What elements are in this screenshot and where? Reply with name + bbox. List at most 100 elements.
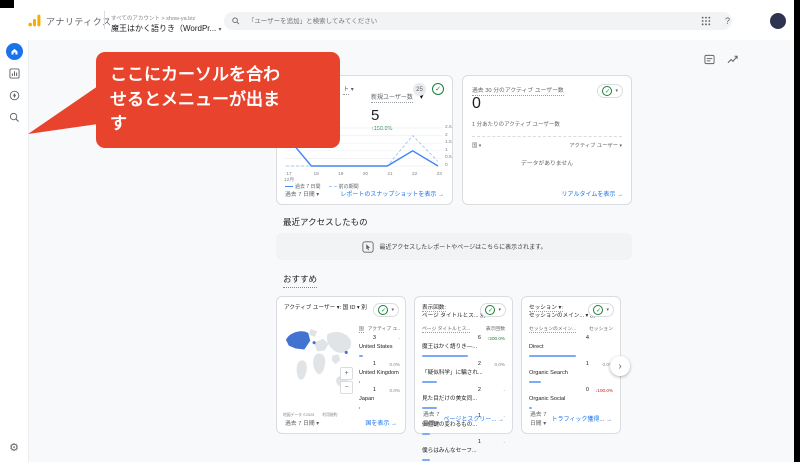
- sessions-by-channel-card: セッション ▾: セッションのメイン... ▾ 別 ✓ ▾ セッションのメイン..…: [521, 296, 621, 434]
- left-navigation: ⚙: [0, 40, 29, 462]
- date-range-dropdown[interactable]: 過去 7 日間 ▾: [530, 409, 551, 427]
- table-row: United Kingdom 1 0.0%: [359, 361, 400, 383]
- frame-right-edge: [794, 0, 800, 462]
- advertising-icon: [9, 112, 19, 122]
- map-region-uk: [312, 341, 316, 345]
- active-users-by-country-card: アクティブ ユーザー ▾: 国 ID ▾ 別 ✓ ▾ + − 地図データ ©20…: [276, 296, 406, 434]
- frame-notch: [0, 0, 14, 8]
- app-title: アナリティクス: [46, 17, 112, 27]
- table-row: 「疑似科学」に騙され... 2 0.0%: [422, 361, 505, 383]
- pages-screens-link[interactable]: ページとスクリー... →: [443, 414, 504, 423]
- table-row: 魔王はかく語りき—... 6 ↑200.0%: [422, 335, 505, 357]
- channel-column-header: セッションのメイン...: [529, 327, 577, 333]
- view-countries-link[interactable]: 国を表示 →: [365, 418, 397, 427]
- metric-column-header: アクティブ ユ..: [367, 327, 400, 332]
- date-range-dropdown[interactable]: 過去 7 日間 ▾: [285, 418, 319, 427]
- data-quality-check-icon[interactable]: ✓: [432, 83, 444, 95]
- account-switcher[interactable]: すべてのアカウント > show-ya.biz 魔王はかく語りき（WordPr.…: [111, 14, 221, 34]
- recent-section-title: 最近アクセスしたもの: [283, 217, 368, 227]
- views-by-page-title-card: 表示回数: ページ タイトルとス... 別 ✓ ▾ ページ タイトルとス... 表…: [414, 296, 513, 461]
- table-row: United States 3-: [359, 335, 400, 357]
- map-zoom-out-button[interactable]: −: [340, 381, 353, 394]
- sidebar-item-reports[interactable]: [0, 62, 28, 84]
- notes-icon[interactable]: [704, 54, 715, 65]
- card-title-line2: ページ タイトルとス... 別: [422, 313, 486, 320]
- data-quality-pill[interactable]: ✓ ▾: [480, 303, 506, 317]
- card-title-line1: セッション ▾:: [529, 305, 563, 312]
- recommended-section-title: おすすめ: [283, 273, 318, 288]
- chevron-down-icon: ▾: [316, 192, 320, 198]
- metric-selector-fragment[interactable]: ト ▾: [343, 84, 354, 95]
- card-title-line2: セッションのメイン... ▾ 別: [529, 313, 596, 320]
- explore-compass-icon: [9, 90, 19, 100]
- map-zoom-in-button[interactable]: +: [340, 367, 353, 380]
- users-overview-card: ト ▾ 新規ユーザー数 ▾ 5 ↑150.0% 25 ✓ 00.511.522.…: [276, 75, 453, 205]
- traffic-acquisition-link[interactable]: トラフィック獲得... →: [551, 414, 612, 423]
- google-analytics-logo-icon[interactable]: [28, 14, 41, 27]
- card-title: アクティブ ユーザー ▾: 国 ID ▾ 別: [284, 305, 367, 311]
- chevron-down-icon: ▾: [218, 27, 222, 33]
- new-users-value: 5: [371, 107, 380, 124]
- table-row: 見た目だけの美女同... 2-: [422, 387, 505, 409]
- table-row: 僕らはみんなセーフ... 1-: [422, 439, 505, 461]
- analytics-app-window: アナリティクス すべてのアカウント > show-ya.biz 魔王はかく語りき…: [0, 0, 794, 462]
- realtime-value: 0: [472, 95, 481, 112]
- realtime-subtitle: 1 分あたりのアクティブ ユーザー数: [472, 122, 560, 128]
- reports-icon: [8, 67, 20, 79]
- screenshot-frame: アナリティクス すべてのアカウント > show-ya.biz 魔王はかく語りき…: [0, 0, 800, 462]
- world-map: + −: [282, 323, 354, 411]
- realtime-metric-header[interactable]: アクティブ ユーザー ▾: [570, 141, 622, 149]
- card-title-line1: 表示回数:: [422, 305, 446, 312]
- sidebar-item-home[interactable]: [0, 40, 28, 62]
- recent-banner-text: 最近アクセスしたレポートやページはこちらに表示されます。: [379, 245, 547, 251]
- check-icon: ✓: [602, 86, 613, 96]
- table-row: Direct 4: [529, 335, 613, 357]
- date-range-dropdown[interactable]: 過去 7 日間 ▾: [423, 409, 443, 427]
- divider: [472, 136, 622, 137]
- data-quality-pill[interactable]: ✓ ▾: [597, 84, 623, 98]
- date-range-dropdown[interactable]: 過去 7 日間 ▾: [285, 189, 319, 198]
- search-bar[interactable]: [224, 12, 732, 30]
- previous-period-swatch: [328, 186, 337, 188]
- map-region-us: [285, 331, 311, 350]
- sidebar-item-explore[interactable]: [0, 84, 28, 106]
- realtime-dimension-header[interactable]: 国 ▾: [472, 141, 481, 149]
- table-row: Japan 1 0.0%: [359, 387, 400, 409]
- new-users-label[interactable]: 新規ユーザー数: [371, 92, 413, 103]
- data-quality-pill[interactable]: ✓ ▾: [588, 303, 614, 317]
- search-input[interactable]: [245, 16, 724, 26]
- home-icon: [5, 42, 23, 60]
- users-line-chart: [284, 127, 442, 167]
- main-content: ト ▾ 新規ユーザー数 ▾ 5 ↑150.0% 25 ✓ 00.511.522.…: [28, 40, 794, 462]
- report-snapshot-link[interactable]: レポートのスナップショットを表示 →: [340, 189, 444, 198]
- search-icon: [232, 17, 240, 25]
- top-header: アナリティクス すべてのアカウント > show-ya.biz 魔王はかく語りき…: [0, 0, 794, 40]
- recent-cursor-icon: [361, 240, 374, 253]
- admin-gear-icon[interactable]: ⚙: [0, 441, 28, 454]
- chart-y-axis: 0 0.5 1 1.5 2 2.5: [445, 125, 452, 168]
- insights-icon[interactable]: [727, 54, 738, 65]
- current-period-swatch: [285, 186, 293, 188]
- account-breadcrumb: すべてのアカウント > show-ya.biz: [111, 16, 196, 22]
- data-quality-pill[interactable]: ✓ ▾: [373, 303, 399, 317]
- carousel-next-button[interactable]: ›: [610, 356, 630, 376]
- country-column-header: 国: [359, 327, 364, 333]
- realtime-card: 過去 30 分のアクティブ ユーザー数 ✓ ▾ 0 1 分あたりのアクティブ ユー…: [462, 75, 632, 205]
- chevron-down-icon: ▾: [350, 87, 354, 93]
- realtime-title: 過去 30 分のアクティブ ユーザー数: [472, 85, 564, 96]
- property-selector[interactable]: 魔王はかく語りき（WordPr... ▾: [111, 23, 221, 34]
- recent-reports-banner: 最近アクセスしたレポートやページはこちらに表示されます。: [276, 233, 632, 260]
- user-avatar[interactable]: [770, 13, 786, 29]
- page-title-column-header: ページ タイトルとス...: [422, 327, 471, 333]
- chevron-down-icon: ▾: [615, 88, 618, 94]
- map-region-japan: [344, 350, 348, 354]
- help-icon[interactable]: ?: [725, 16, 730, 26]
- apps-grid-icon[interactable]: [701, 16, 711, 26]
- view-realtime-link[interactable]: リアルタイムを表示 →: [562, 189, 624, 198]
- table-row: Organic Search 1 0.0%: [529, 361, 613, 383]
- no-data-message: データがありません: [521, 161, 573, 167]
- sidebar-item-advertising[interactable]: [0, 106, 28, 128]
- views-column-header: 表示回数: [485, 327, 505, 332]
- count-badge: 25: [413, 83, 426, 96]
- sessions-column-header: セッション: [589, 327, 613, 332]
